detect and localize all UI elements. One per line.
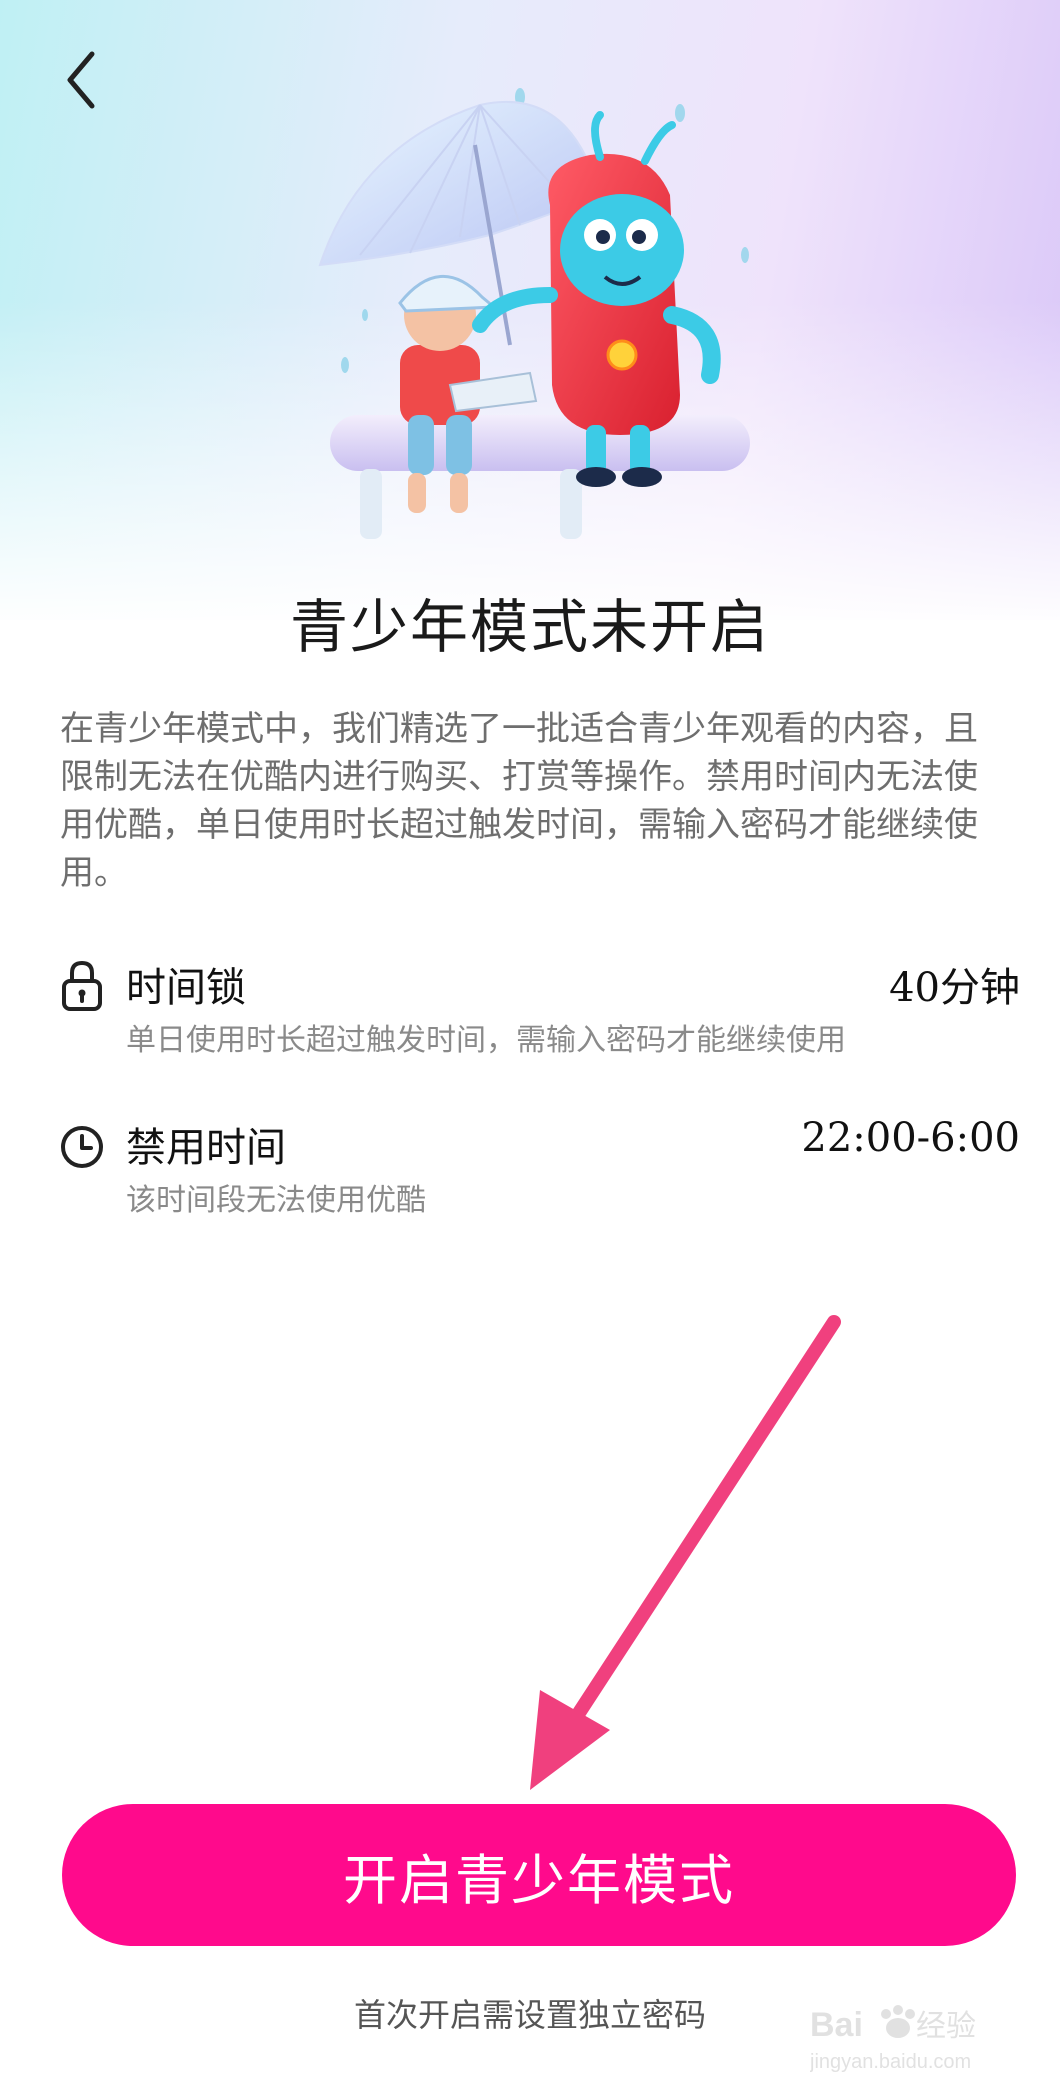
setting-description: 该时间段无法使用优酷 (126, 1183, 426, 1218)
clock-icon (61, 1126, 103, 1168)
page-title: 青少年模式未开启 (289, 593, 770, 661)
setting-label: 时间锁 (126, 965, 246, 1011)
setting-value: 22:00-6:00 (801, 1115, 1020, 1161)
svg-text:jingyan.baidu.com: jingyan.baidu.com (810, 2051, 971, 2073)
chevron-left-icon (67, 51, 95, 109)
setting-value: 40分钟 (889, 965, 1020, 1011)
youth-mode-illustration (318, 88, 750, 539)
svg-text:Bai: Bai (810, 2006, 863, 2044)
annotation-arrow-icon (530, 1315, 841, 1790)
baidu-jingyan-watermark: Bai 经验 jingyan.baidu.com (810, 2005, 976, 2073)
setting-description: 单日使用时长超过触发时间，需输入密码才能继续使用 (126, 1023, 846, 1058)
child-figure (398, 274, 538, 513)
setting-row-time-lock: 时间锁 40分钟 单日使用时长超过触发时间，需输入密码才能继续使用 (60, 955, 1020, 1075)
mode-description: 在青少年模式中，我们精选了一批适合青少年观看的内容，且限制无法在优酷内进行购买、… (60, 709, 978, 893)
lock-icon (62, 960, 102, 1011)
setting-label: 禁用时间 (126, 1125, 286, 1171)
setting-row-disabled-time: 禁用时间 22:00-6:00 该时间段无法使用优酷 (60, 1115, 1020, 1235)
bench (330, 415, 750, 471)
enable-youth-mode-button[interactable]: 开启青少年模式 (62, 1804, 1016, 1946)
svg-text:经验: 经验 (916, 2009, 976, 2044)
back-button[interactable] (50, 40, 114, 120)
